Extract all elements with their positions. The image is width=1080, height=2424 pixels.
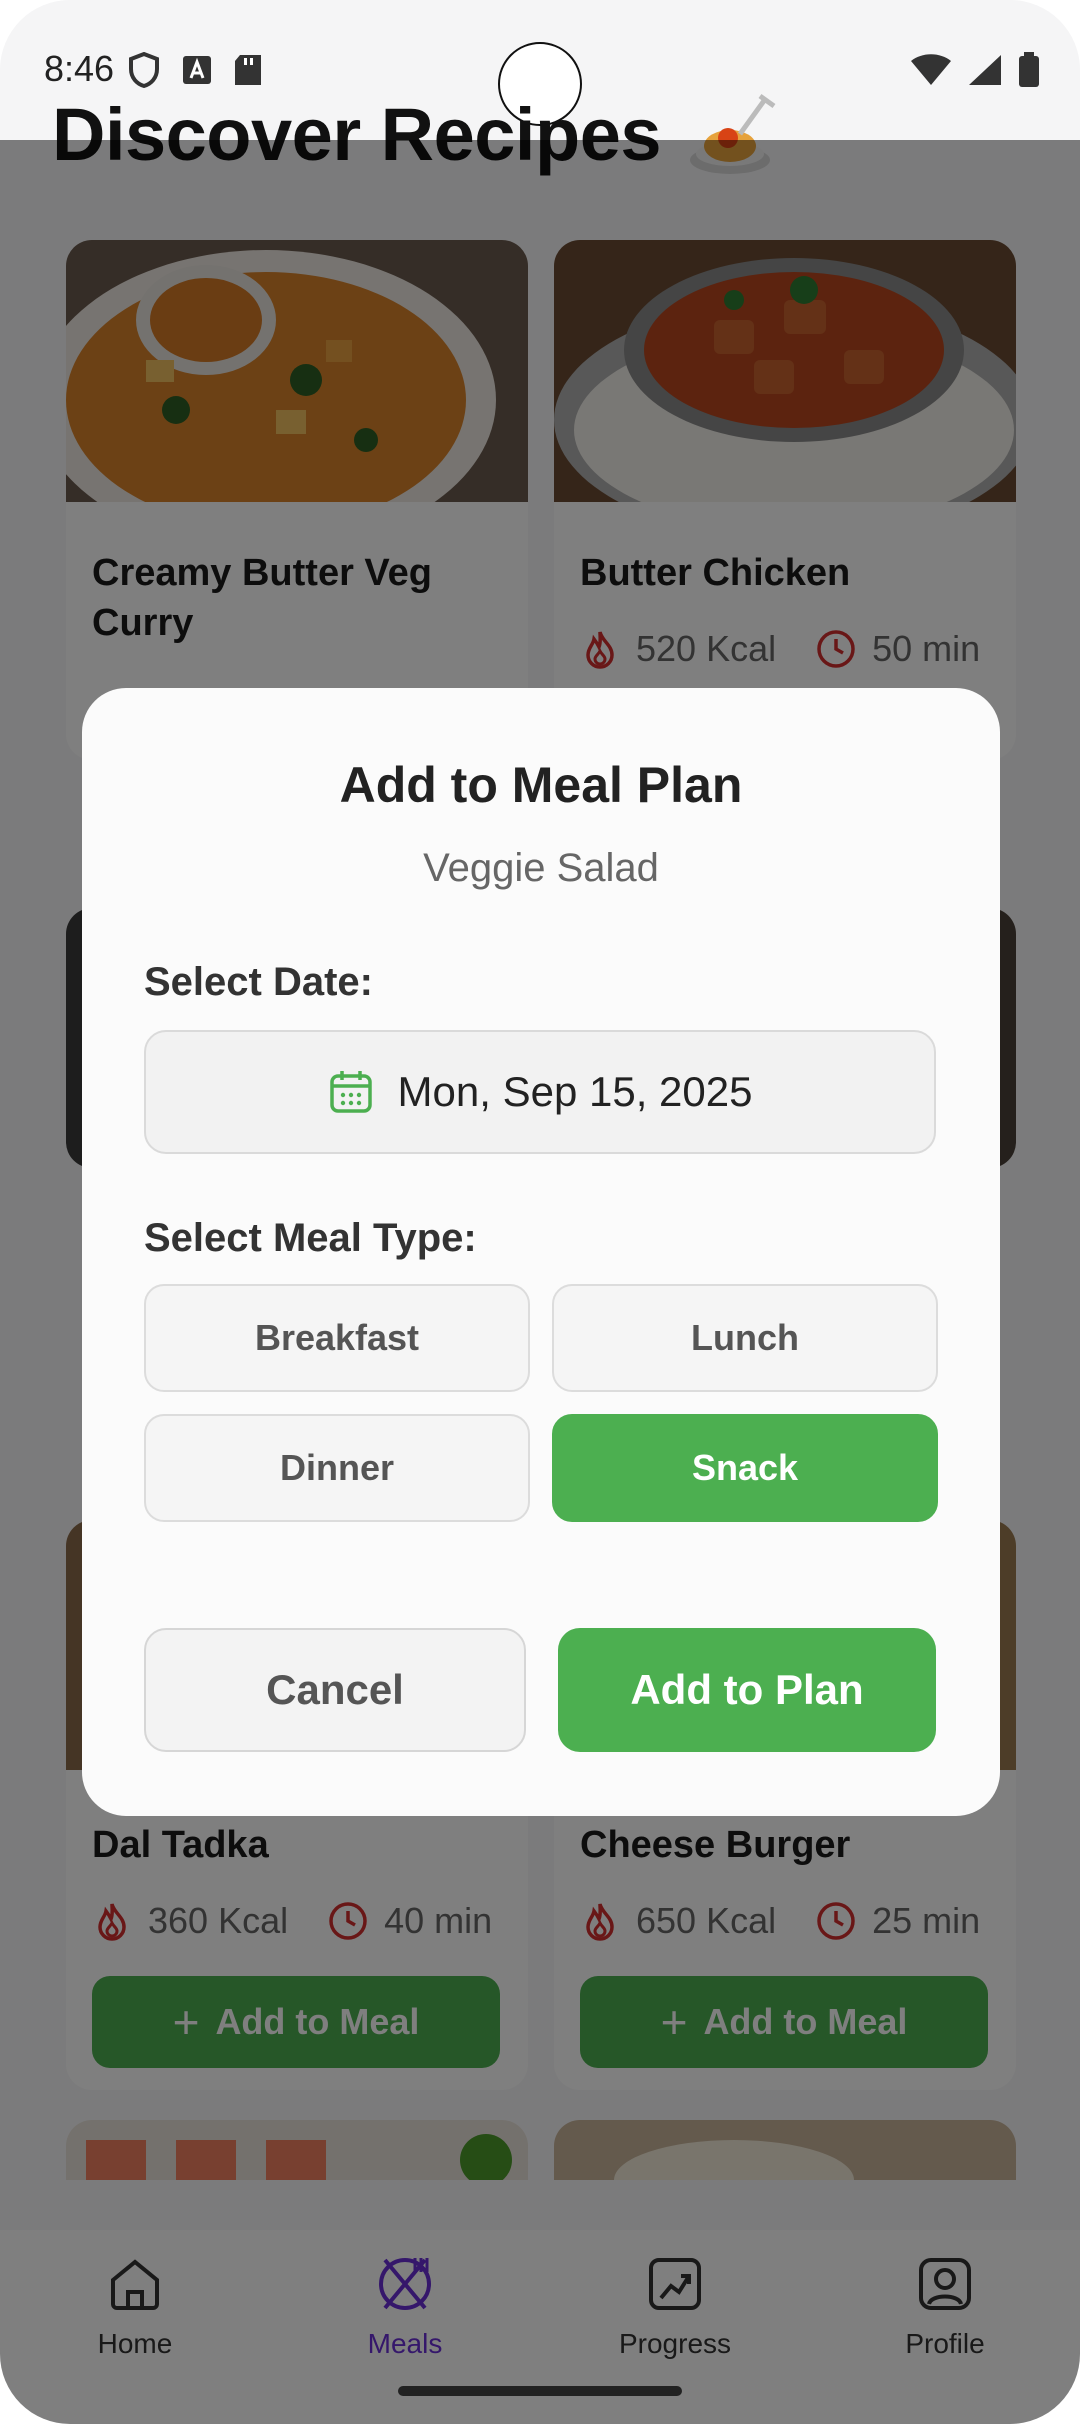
add-to-meal-plan-dialog: Add to Meal Plan Veggie Salad Select Dat… xyxy=(82,688,1000,1816)
date-picker-field[interactable]: Mon, Sep 15, 2025 xyxy=(144,1030,936,1154)
cancel-button[interactable]: Cancel xyxy=(144,1628,526,1752)
date-value: Mon, Sep 15, 2025 xyxy=(397,1068,753,1115)
status-icons-right xyxy=(910,52,1040,88)
meal-type-dinner[interactable]: Dinner xyxy=(144,1414,530,1522)
sd-card-icon xyxy=(235,55,261,85)
dialog-title: Add to Meal Plan xyxy=(339,757,743,813)
battery-icon xyxy=(1019,52,1039,87)
app-screen: 8:46 Discover Recipes Add to Meal Plan V… xyxy=(0,0,1080,2424)
status-icons-left xyxy=(128,52,262,88)
wifi-icon xyxy=(911,54,951,85)
status-time: 8:46 xyxy=(44,48,115,89)
dialog-recipe-name: Veggie Salad xyxy=(423,846,659,890)
select-meal-type-label: Select Meal Type: xyxy=(144,1216,477,1260)
home-indicator[interactable] xyxy=(398,2386,682,2396)
meal-type-snack[interactable]: Snack xyxy=(552,1414,938,1522)
font-a-icon xyxy=(183,56,211,84)
select-date-label: Select Date: xyxy=(144,960,373,1004)
shield-icon xyxy=(129,52,159,88)
meal-type-breakfast[interactable]: Breakfast xyxy=(144,1284,530,1392)
calendar-icon xyxy=(329,1071,372,1113)
add-to-plan-button[interactable]: Add to Plan xyxy=(558,1628,936,1752)
meal-type-lunch[interactable]: Lunch xyxy=(552,1284,938,1392)
cell-signal-icon xyxy=(969,55,1001,85)
